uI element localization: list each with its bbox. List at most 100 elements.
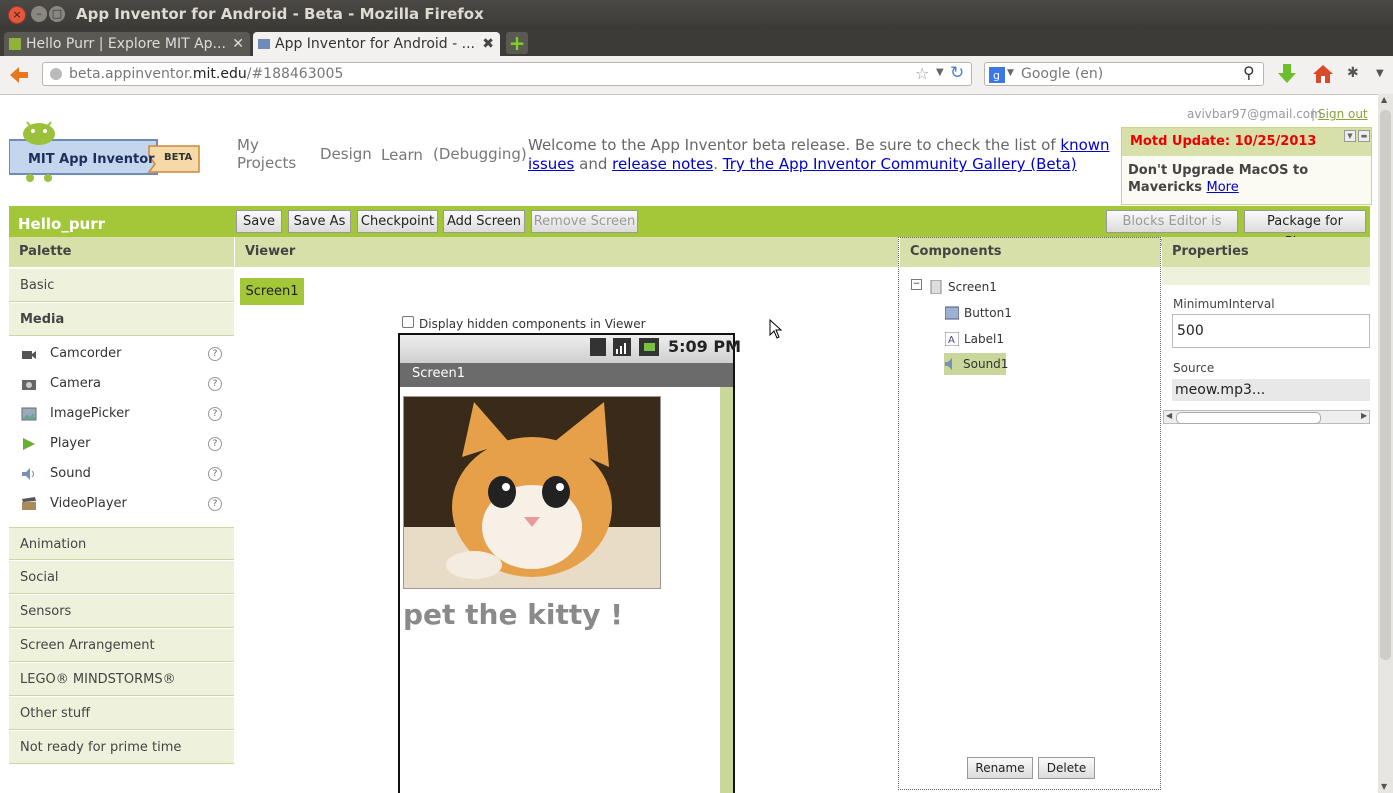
palette-category-media[interactable]: Media	[9, 303, 234, 336]
palette-category-not-ready[interactable]: Not ready for prime time	[9, 731, 234, 764]
welcome-text: and	[574, 155, 613, 173]
add-screen-button[interactable]: Add Screen	[443, 210, 525, 233]
speaker-icon	[22, 468, 34, 480]
new-tab-plus-icon[interactable]: +	[506, 32, 528, 54]
window-maximize-icon[interactable]: □	[49, 6, 65, 22]
remove-screen-button[interactable]: Remove Screen	[531, 210, 638, 233]
window-title: App Inventor for Android - Beta - Mozill…	[76, 5, 484, 23]
nav-my-projects-line2: Projects	[237, 154, 297, 172]
palette-category-screen-arrangement[interactable]: Screen Arrangement	[9, 629, 234, 662]
bookmark-star-icon[interactable]: ☆	[915, 64, 929, 83]
scrollbar-thumb[interactable]	[1176, 412, 1321, 424]
help-icon[interactable]: ?	[208, 407, 222, 421]
camera-icon	[22, 380, 36, 390]
button-icon	[945, 306, 959, 320]
save-as-button[interactable]: Save As	[288, 210, 351, 233]
scroll-down-icon[interactable]: ▼	[1381, 782, 1387, 791]
scroll-right-icon[interactable]: ▶	[1361, 411, 1367, 420]
window-minimize-icon[interactable]: –	[31, 6, 47, 22]
download-icon[interactable]	[1276, 62, 1298, 86]
blocks-editor-button[interactable]: Blocks Editor is open	[1106, 210, 1238, 250]
nav-my-projects[interactable]: My Projects	[237, 136, 296, 172]
beta-badge: BETA	[164, 152, 193, 163]
tree-node-sound1-selected[interactable]: Sound1	[944, 353, 1008, 375]
palette-item-imagepicker[interactable]: ImagePicker ?	[9, 399, 234, 429]
back-arrow-icon[interactable]	[8, 64, 30, 86]
url-bar[interactable]: beta.appinventor.mit.edu/#188463005 ☆ ▼ …	[42, 62, 972, 86]
scroll-left-icon[interactable]: ◀	[1166, 411, 1172, 420]
save-button[interactable]: Save	[236, 210, 282, 233]
help-icon[interactable]: ?	[208, 377, 222, 391]
display-hidden-label: Display hidden components in Viewer	[419, 317, 646, 331]
label-icon: A	[945, 332, 959, 346]
minimum-interval-input[interactable]: 500	[1172, 314, 1370, 348]
mouse-pointer-icon	[769, 319, 783, 339]
search-bar[interactable]: g ▼ Google (en) ⚲	[984, 62, 1264, 86]
help-icon[interactable]: ?	[208, 467, 222, 481]
delete-button[interactable]: Delete	[1038, 757, 1095, 779]
help-icon[interactable]: ?	[208, 347, 222, 361]
globe-icon	[50, 68, 62, 80]
sign-out-link[interactable]: Sign out	[1318, 107, 1368, 121]
reload-icon[interactable]: ↻	[950, 63, 964, 83]
home-icon[interactable]	[1311, 62, 1335, 86]
gallery-link[interactable]: Try the App Inventor Community Gallery (…	[723, 155, 1077, 173]
browser-tab-app-inventor[interactable]: App Inventor for Android - ... ✖	[253, 32, 500, 56]
scroll-up-icon[interactable]: ▲	[1381, 95, 1387, 104]
phone-clock: 5:09 PM	[668, 337, 742, 356]
package-for-phone-button[interactable]: Package for Phone	[1244, 210, 1366, 250]
url-suffix: /#188463005	[246, 66, 344, 82]
palette-category-animation[interactable]: Animation	[9, 527, 234, 560]
tab-close-icon[interactable]: ✖	[482, 32, 494, 56]
search-icon[interactable]: ⚲	[1243, 63, 1255, 82]
search-engine-dropdown-icon[interactable]: ▼	[1007, 68, 1014, 78]
page-scrollbar-thumb[interactable]	[1380, 110, 1391, 660]
motd-collapse-icon[interactable]: ▼	[1344, 130, 1356, 142]
browser-tab-hello-purr[interactable]: Hello Purr | Explore MIT Ap... ✕	[4, 32, 250, 56]
tree-collapse-icon[interactable]: −	[911, 279, 922, 290]
rename-button[interactable]: Rename	[967, 757, 1033, 779]
properties-horizontal-scrollbar[interactable]: ◀ ▶	[1163, 410, 1370, 424]
kitty-image-button[interactable]	[403, 396, 661, 589]
palette-category-basic[interactable]: Basic	[9, 269, 234, 302]
help-icon[interactable]: ?	[208, 437, 222, 451]
tree-node-label: Button1	[964, 306, 1012, 320]
motd-minimize-icon[interactable]: ▬	[1358, 130, 1370, 142]
nav-design[interactable]: Design	[320, 145, 372, 163]
palette-category-other[interactable]: Other stuff	[9, 697, 234, 730]
palette-item-videoplayer[interactable]: VideoPlayer ?	[9, 489, 234, 519]
app-inventor-favicon-icon	[258, 39, 270, 49]
url-dropdown-icon[interactable]: ▼	[936, 67, 944, 78]
menu-dropdown-icon[interactable]: ▼	[1376, 68, 1384, 79]
signal-icon	[613, 338, 631, 356]
gps-status-icon	[590, 338, 606, 356]
android-favicon-icon	[9, 38, 21, 50]
browser-tab-bar: Hello Purr | Explore MIT Ap... ✕ App Inv…	[0, 29, 1393, 56]
palette-category-social[interactable]: Social	[9, 561, 234, 594]
motd-more-link[interactable]: More	[1206, 180, 1238, 195]
kitty-image	[404, 397, 660, 588]
palette-category-lego[interactable]: LEGO® MINDSTORMS®	[9, 663, 234, 696]
account-separator: |	[1311, 107, 1316, 121]
palette-item-sound[interactable]: Sound ?	[9, 459, 234, 489]
nav-my-projects-line1: My	[237, 136, 259, 154]
nav-learn[interactable]: Learn	[381, 146, 423, 164]
phone-scrollbar	[720, 387, 733, 793]
checkpoint-button[interactable]: Checkpoint	[357, 210, 438, 233]
palette-item-player[interactable]: Player ?	[9, 429, 234, 459]
mit-app-inventor-logo[interactable]: MIT App Inventor BETA	[8, 120, 201, 182]
nav-debugging[interactable]: (Debugging)	[433, 145, 527, 163]
screen-selector-button[interactable]: Screen1	[240, 278, 304, 305]
palette-item-camera[interactable]: Camera ?	[9, 369, 234, 399]
palette-item-label: ImagePicker	[50, 406, 130, 421]
welcome-message: Welcome to the App Inventor beta release…	[528, 136, 1118, 174]
window-close-icon[interactable]: ×	[8, 6, 26, 24]
addon-bug-icon[interactable]: ✱	[1347, 65, 1359, 81]
help-icon[interactable]: ?	[208, 497, 222, 511]
release-notes-link[interactable]: release notes	[612, 155, 713, 173]
palette-item-camcorder[interactable]: Camcorder ?	[9, 339, 234, 369]
source-selector[interactable]: meow.mp3...	[1172, 379, 1370, 401]
palette-category-sensors[interactable]: Sensors	[9, 595, 234, 628]
display-hidden-checkbox[interactable]	[402, 316, 414, 328]
tab-close-icon[interactable]: ✕	[232, 32, 244, 56]
